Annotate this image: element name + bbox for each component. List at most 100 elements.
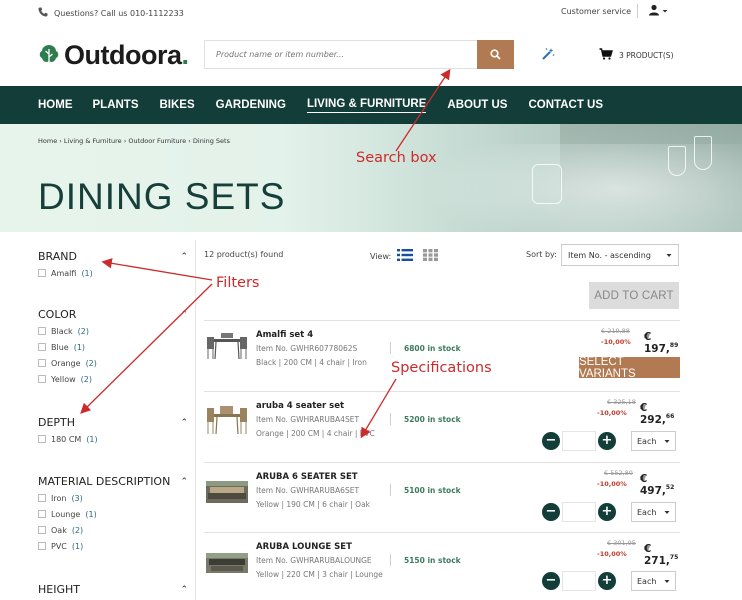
nav-item-home[interactable]: HOME xyxy=(38,99,73,111)
product-specifications: Orange | 200 CM | 4 chair | PVC xyxy=(256,429,375,438)
nav-item-bikes[interactable]: BIKES xyxy=(160,99,195,111)
grid-view-icon[interactable] xyxy=(423,249,439,263)
filter-option[interactable]: Lounge (1) xyxy=(38,508,188,520)
contact-phone[interactable]: Questions? Call us 010-1112233 xyxy=(38,7,184,19)
shopping-cart-icon xyxy=(599,48,613,62)
increase-quantity-button[interactable]: + xyxy=(598,432,616,450)
discount-badge: -10,00% xyxy=(597,480,627,488)
filter-title[interactable]: DEPTH ⌃ xyxy=(38,416,188,429)
list-view-icon[interactable] xyxy=(397,249,414,263)
checkbox[interactable] xyxy=(38,510,46,518)
sidebar-divider xyxy=(195,240,196,600)
checkbox[interactable] xyxy=(38,526,46,534)
old-price: € 301,95 xyxy=(607,539,636,547)
checkbox[interactable] xyxy=(38,269,46,277)
chevron-up-icon: ⌃ xyxy=(180,251,188,262)
checkbox[interactable] xyxy=(38,542,46,550)
quantity-input[interactable] xyxy=(562,502,596,522)
filter-group-color: COLOR ⌃ Black (2) Blue (1) Orange (2) Yellow… xyxy=(38,308,188,385)
site-logo[interactable]: Outdoora. xyxy=(38,40,189,71)
leaf-logo-icon xyxy=(38,43,60,69)
account-menu[interactable] xyxy=(648,4,668,18)
magic-wand-icon[interactable] xyxy=(541,46,555,65)
nav-item-plants[interactable]: PLANTS xyxy=(93,99,139,111)
filter-option[interactable]: Yellow (2) xyxy=(38,373,188,385)
product-row: ARUBA LOUNGE SET Item No. GWHRARUBALOUNG… xyxy=(204,532,680,600)
old-price: € 552,80 xyxy=(604,469,633,477)
filter-title[interactable]: COLOR ⌃ xyxy=(38,308,188,321)
filter-title[interactable]: HEIGHT ⌃ xyxy=(38,583,188,596)
add-to-cart-button[interactable]: ADD TO CART xyxy=(589,282,679,309)
unit-select[interactable]: Each xyxy=(631,502,676,522)
product-image[interactable] xyxy=(206,404,248,435)
search-button[interactable] xyxy=(477,40,514,69)
top-bar: Questions? Call us 010-1112233 Customer … xyxy=(0,0,742,26)
checkbox[interactable] xyxy=(38,359,46,367)
nav-item-living-furniture[interactable]: LIVING & FURNITURE xyxy=(306,98,427,113)
product-image[interactable] xyxy=(206,481,248,507)
nav-item-contact-us[interactable]: CONTACT US xyxy=(528,99,603,111)
results-count: 12 product(s) found xyxy=(204,250,284,259)
filter-option[interactable]: Iron (3) xyxy=(38,492,188,504)
chevron-up-icon: ⌃ xyxy=(180,476,188,487)
checkbox[interactable] xyxy=(38,494,46,502)
unit-select[interactable]: Each xyxy=(631,431,676,451)
chevron-down-icon xyxy=(662,7,668,16)
decrease-quantity-button[interactable]: − xyxy=(542,432,560,450)
filter-title[interactable]: BRAND ⌃ xyxy=(38,250,188,263)
filter-option[interactable]: Amalfi (1) xyxy=(38,267,188,279)
product-name[interactable]: ARUBA LOUNGE SET xyxy=(256,542,352,552)
view-label: View: xyxy=(370,251,392,261)
filter-group-depth: DEPTH ⌃ 180 CM (1) xyxy=(38,416,188,445)
product-specifications: Yellow | 220 CM | 3 chair | Lounge xyxy=(256,570,383,579)
filter-group-height: HEIGHT ⌃ xyxy=(38,583,188,596)
quantity-input[interactable] xyxy=(562,431,596,451)
product-name[interactable]: aruba 4 seater set xyxy=(256,401,344,411)
checkbox[interactable] xyxy=(38,343,46,351)
nav-item-gardening[interactable]: GARDENING xyxy=(216,99,286,111)
product-image[interactable] xyxy=(206,553,248,579)
filter-title[interactable]: MATERIAL DESCRIPTION ⌃ xyxy=(38,475,188,488)
increase-quantity-button[interactable]: + xyxy=(598,572,616,590)
chevron-up-icon: ⌃ xyxy=(180,309,188,320)
product-name[interactable]: Amalfi set 4 xyxy=(256,330,313,340)
filter-option[interactable]: PVC (1) xyxy=(38,540,188,552)
current-price: € 271,75 xyxy=(644,543,679,567)
sort-select[interactable]: Item No. - ascending xyxy=(561,244,679,266)
checkbox[interactable] xyxy=(38,435,46,443)
nav-item-about-us[interactable]: ABOUT US xyxy=(447,99,507,111)
stock-status: 6800 in stock xyxy=(404,344,461,353)
filter-option[interactable]: Orange (2) xyxy=(38,357,188,369)
cart-summary[interactable]: 3 PRODUCT(S) xyxy=(599,48,674,62)
chevron-up-icon: ⌃ xyxy=(180,417,188,428)
checkbox[interactable] xyxy=(38,327,46,335)
breadcrumb[interactable]: Home › Living & Furniture › Outdoor Furn… xyxy=(38,137,230,145)
product-specifications: Yellow | 190 CM | 6 chair | Oak xyxy=(256,500,371,509)
chevron-down-icon xyxy=(664,577,670,586)
filter-option[interactable]: Oak (2) xyxy=(38,524,188,536)
filter-option[interactable]: Black (2) xyxy=(38,325,188,337)
product-row: aruba 4 seater set Item No. GWHRARUBA4SE… xyxy=(204,391,680,461)
filter-option[interactable]: Blue (1) xyxy=(38,341,188,353)
decrease-quantity-button[interactable]: − xyxy=(542,572,560,590)
search-box[interactable] xyxy=(204,40,477,69)
stock-status: 5200 in stock xyxy=(404,415,461,424)
quantity-input[interactable] xyxy=(562,571,596,591)
filter-option[interactable]: 180 CM (1) xyxy=(38,433,188,445)
page-title: DINING SETS xyxy=(38,176,286,217)
customer-service-link[interactable]: Customer service xyxy=(561,7,631,16)
checkbox[interactable] xyxy=(38,375,46,383)
select-variants-button[interactable]: SELECT VARIANTS xyxy=(579,356,680,380)
chevron-down-icon xyxy=(666,251,672,260)
decrease-quantity-button[interactable]: − xyxy=(542,503,560,521)
page: { "topbar": {"phone_text": "Questions? C… xyxy=(0,0,742,600)
divider xyxy=(390,484,391,496)
glass-decoration xyxy=(668,146,686,176)
product-image[interactable] xyxy=(206,333,248,360)
search-input[interactable] xyxy=(205,41,477,68)
unit-select[interactable]: Each xyxy=(631,571,676,591)
chevron-up-icon: ⌃ xyxy=(180,584,188,595)
increase-quantity-button[interactable]: + xyxy=(598,503,616,521)
product-name[interactable]: ARUBA 6 SEATER SET xyxy=(256,472,358,482)
specifications-annotation: Specifications xyxy=(391,360,492,376)
